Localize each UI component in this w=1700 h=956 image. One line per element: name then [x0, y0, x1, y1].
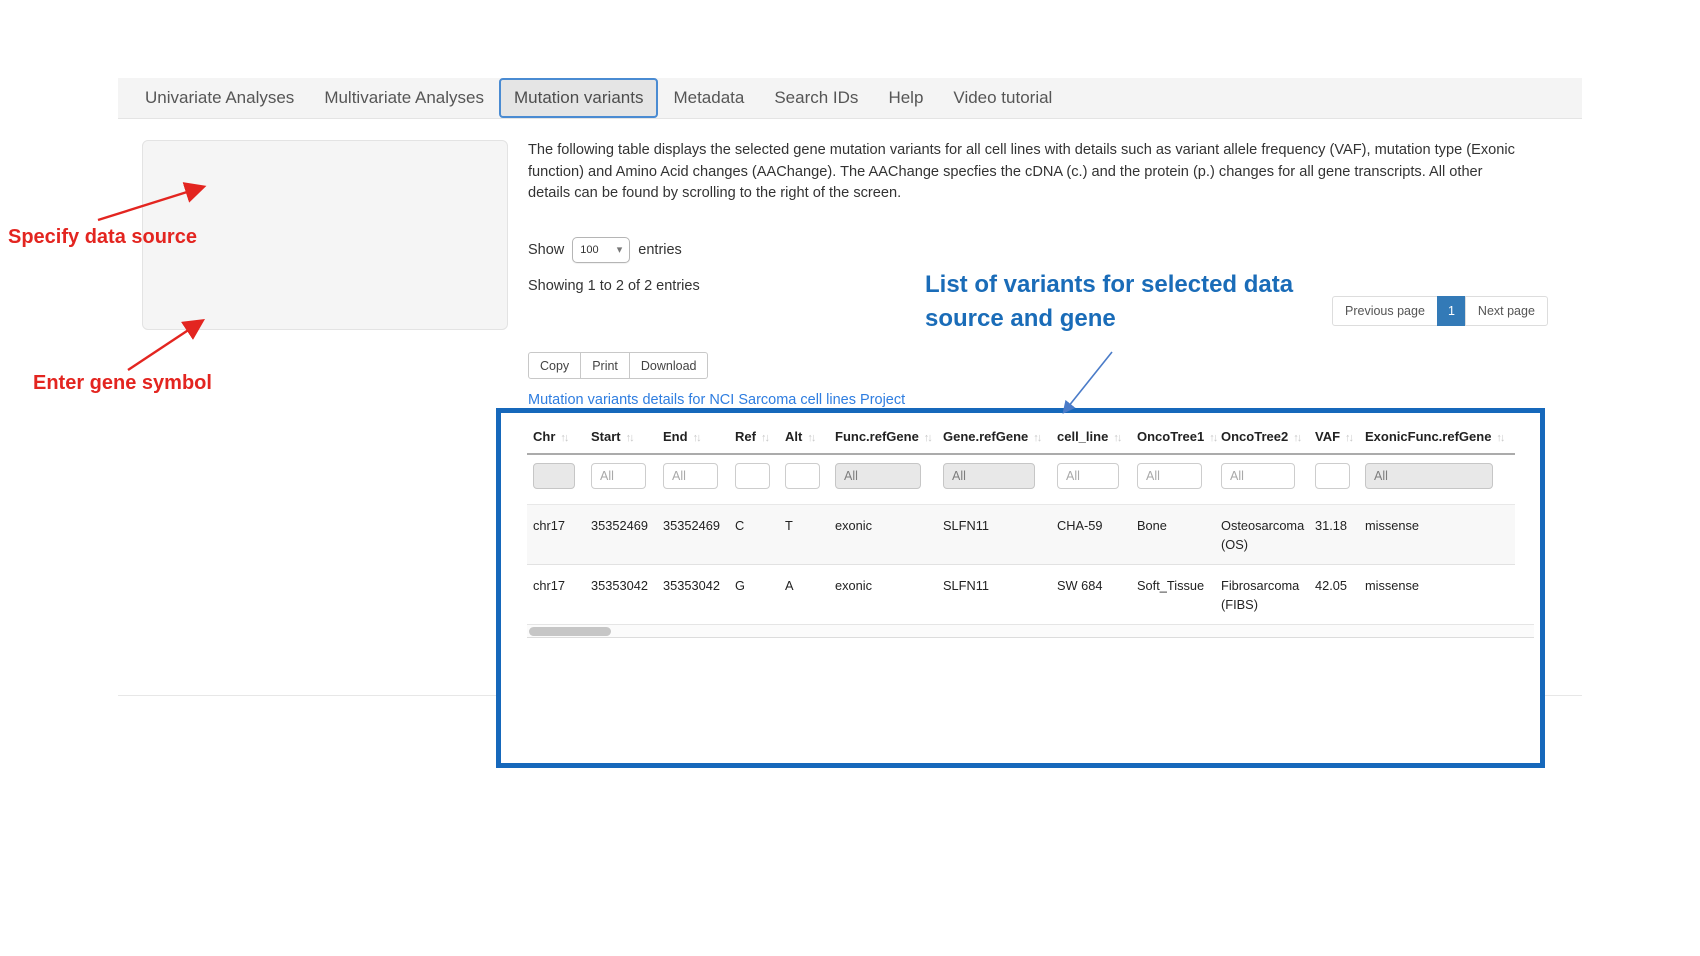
cell-end: 35352469 [657, 505, 729, 565]
sort-icon: ↑↓ [1496, 432, 1503, 444]
filter-alt[interactable] [785, 463, 820, 489]
column-header-oncotree2[interactable]: OncoTree2↑↓ [1215, 417, 1309, 454]
column-header-chr[interactable]: Chr↑↓ [527, 417, 585, 454]
sort-icon: ↑↓ [1345, 432, 1352, 444]
cell-alt: T [779, 505, 829, 565]
column-header-cell-line[interactable]: cell_line↑↓ [1051, 417, 1131, 454]
page-length-select[interactable]: 100 ▾ [572, 237, 630, 263]
table-row[interactable]: chr17 35352469 35352469 C T exonic SLFN1… [527, 505, 1515, 565]
sort-icon: ↑↓ [1209, 432, 1216, 444]
sort-icon: ↑↓ [1113, 432, 1120, 444]
chevron-down-icon: ▾ [617, 245, 623, 256]
sort-icon: ↑↓ [761, 432, 768, 444]
column-header-end[interactable]: End↑↓ [657, 417, 729, 454]
annotation-specify-data-source: Specify data source [8, 226, 197, 249]
sort-icon: ↑↓ [560, 432, 567, 444]
column-header-alt[interactable]: Alt↑↓ [779, 417, 829, 454]
cell-ref: G [729, 565, 779, 625]
variants-table-container: Chr↑↓ Start↑↓ End↑↓ Ref↑↓ Alt↑↓ Func.ref… [496, 408, 1545, 768]
table-row[interactable]: chr17 35353042 35353042 G A exonic SLFN1… [527, 565, 1515, 625]
cell-gene-refgene: SLFN11 [937, 505, 1051, 565]
next-page-button[interactable]: Next page [1465, 296, 1548, 326]
sort-icon: ↑↓ [693, 432, 700, 444]
filter-vaf[interactable] [1315, 463, 1350, 489]
current-page-button[interactable]: 1 [1437, 296, 1466, 326]
cell-cell-line: SW 684 [1051, 565, 1131, 625]
cell-oncotree1: Soft_Tissue [1131, 565, 1215, 625]
cell-start: 35353042 [585, 565, 657, 625]
variants-table: Chr↑↓ Start↑↓ End↑↓ Ref↑↓ Alt↑↓ Func.ref… [527, 417, 1515, 624]
filter-gene-refgene[interactable]: All [943, 463, 1035, 489]
cell-ref: C [729, 505, 779, 565]
column-header-oncotree1[interactable]: OncoTree1↑↓ [1131, 417, 1215, 454]
cell-func-refgene: exonic [829, 505, 937, 565]
sort-icon: ↑↓ [1033, 432, 1040, 444]
scrollbar-thumb[interactable] [529, 627, 611, 636]
pagination: Previous page 1 Next page [1332, 296, 1548, 326]
cell-func-refgene: exonic [829, 565, 937, 625]
filter-start[interactable]: All [591, 463, 646, 489]
column-header-gene-refgene[interactable]: Gene.refGene↑↓ [937, 417, 1051, 454]
cell-oncotree2: Osteosarcoma (OS) [1215, 505, 1309, 565]
export-button-group: Copy Print Download [528, 352, 708, 379]
entries-label: entries [638, 242, 682, 258]
cell-cell-line: CHA-59 [1051, 505, 1131, 565]
column-header-start[interactable]: Start↑↓ [585, 417, 657, 454]
tab-multivariate-analyses[interactable]: Multivariate Analyses [309, 78, 499, 118]
tab-metadata[interactable]: Metadata [658, 78, 759, 118]
list-of-variants-arrow [1064, 352, 1112, 412]
column-header-exonicfunc-refgene[interactable]: ExonicFunc.refGene↑↓ [1359, 417, 1515, 454]
column-header-ref[interactable]: Ref↑↓ [729, 417, 779, 454]
cell-oncotree1: Bone [1131, 505, 1215, 565]
filter-func-refgene[interactable]: All [835, 463, 921, 489]
filter-oncotree1[interactable]: All [1137, 463, 1202, 489]
filter-cell-line[interactable]: All [1057, 463, 1119, 489]
cell-start: 35352469 [585, 505, 657, 565]
cell-vaf: 31.18 [1309, 505, 1359, 565]
tab-mutation-variants[interactable]: Mutation variants [499, 78, 658, 118]
showing-entries-status: Showing 1 to 2 of 2 entries [528, 278, 700, 294]
horizontal-scrollbar[interactable] [527, 624, 1534, 638]
tab-search-ids[interactable]: Search IDs [759, 78, 873, 118]
annotation-enter-gene-symbol: Enter gene symbol [33, 372, 212, 395]
filter-chr[interactable] [533, 463, 575, 489]
sort-icon: ↑↓ [807, 432, 814, 444]
sort-icon: ↑↓ [626, 432, 633, 444]
table-description: The following table displays the selecte… [528, 140, 1528, 205]
show-label: Show [528, 242, 564, 258]
download-button[interactable]: Download [629, 352, 709, 379]
page-length-value: 100 [580, 244, 598, 256]
print-button[interactable]: Print [580, 352, 630, 379]
cell-end: 35353042 [657, 565, 729, 625]
tab-univariate-analyses[interactable]: Univariate Analyses [130, 78, 309, 118]
filter-exonicfunc-refgene[interactable]: All [1365, 463, 1493, 489]
previous-page-button[interactable]: Previous page [1332, 296, 1438, 326]
column-header-func-refgene[interactable]: Func.refGene↑↓ [829, 417, 937, 454]
copy-button[interactable]: Copy [528, 352, 581, 379]
sort-icon: ↑↓ [1293, 432, 1300, 444]
cell-exonicfunc-refgene: missense [1359, 565, 1515, 625]
header-row: Chr↑↓ Start↑↓ End↑↓ Ref↑↓ Alt↑↓ Func.ref… [527, 417, 1515, 454]
tab-help[interactable]: Help [873, 78, 938, 118]
filter-row: All All All All All All All All [527, 454, 1515, 505]
table-caption-link[interactable]: Mutation variants details for NCI Sarcom… [528, 392, 905, 408]
sort-icon: ↑↓ [924, 432, 931, 444]
cell-gene-refgene: SLFN11 [937, 565, 1051, 625]
cell-exonicfunc-refgene: missense [1359, 505, 1515, 565]
column-header-vaf[interactable]: VAF↑↓ [1309, 417, 1359, 454]
cell-vaf: 42.05 [1309, 565, 1359, 625]
page-length-control: Show 100 ▾ entries [528, 237, 682, 263]
cell-chr: chr17 [527, 565, 585, 625]
filter-end[interactable]: All [663, 463, 718, 489]
cell-alt: A [779, 565, 829, 625]
cell-oncotree2: Fibrosarcoma (FIBS) [1215, 565, 1309, 625]
main-navbar: Univariate Analyses Multivariate Analyse… [118, 78, 1582, 119]
cell-chr: chr17 [527, 505, 585, 565]
filter-ref[interactable] [735, 463, 770, 489]
tab-video-tutorial[interactable]: Video tutorial [938, 78, 1067, 118]
annotation-list-of-variants: List of variants for selected data sourc… [925, 268, 1345, 336]
filter-oncotree2[interactable]: All [1221, 463, 1295, 489]
